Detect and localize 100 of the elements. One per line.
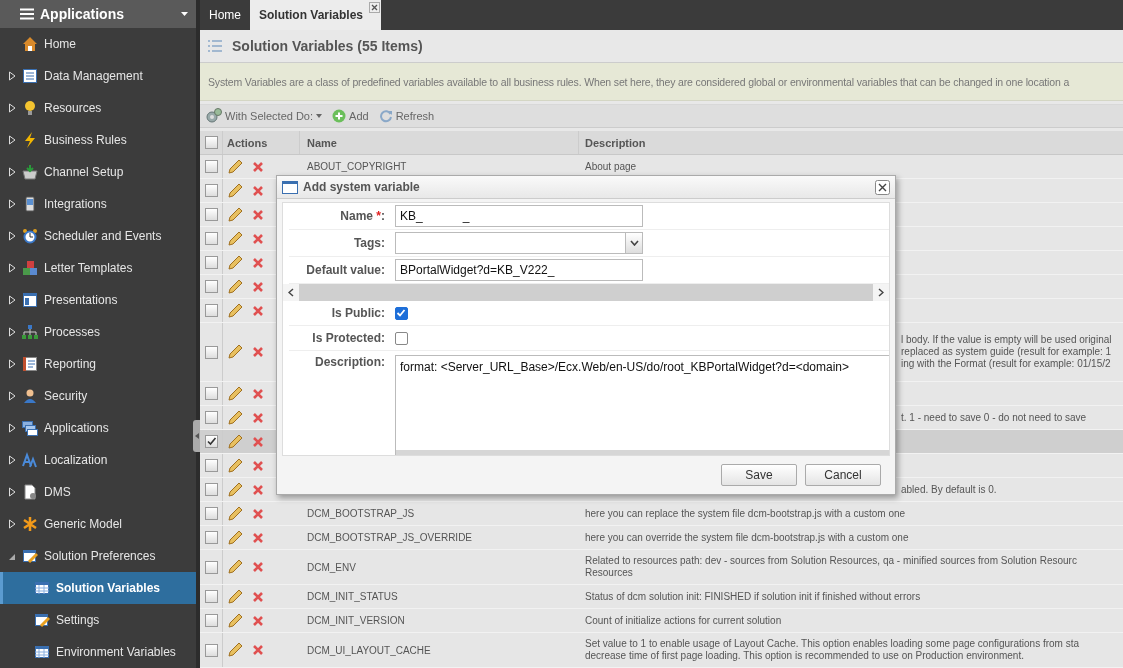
expander-icon[interactable] <box>8 263 16 273</box>
sidebar-item[interactable]: Generic Model <box>0 508 196 540</box>
sidebar-item[interactable]: Security <box>0 380 196 412</box>
sidebar-item[interactable]: Solution Preferences <box>0 540 196 572</box>
delete-icon[interactable] <box>252 304 264 317</box>
sidebar-item[interactable]: Applications <box>0 412 196 444</box>
close-icon[interactable] <box>875 179 890 195</box>
sidebar-item[interactable]: Presentations <box>0 284 196 316</box>
row-checkbox[interactable] <box>204 435 218 448</box>
pencil-icon[interactable] <box>227 344 243 360</box>
row-checkbox[interactable] <box>204 256 218 269</box>
delete-icon[interactable] <box>252 160 264 173</box>
sidebar-item[interactable]: Scheduler and Events <box>0 220 196 252</box>
description-field[interactable]: format: <Server_URL_Base>/Ecx.Web/en-US/do/root_KBPortalWidget?d=<domain> <box>395 355 889 455</box>
pencil-icon[interactable] <box>227 278 243 295</box>
expander-icon[interactable] <box>8 295 16 305</box>
sidebar-item[interactable]: Home <box>0 28 196 60</box>
row-checkbox[interactable] <box>204 232 218 245</box>
caret-icon[interactable] <box>181 12 188 16</box>
row-checkbox[interactable] <box>204 184 218 197</box>
delete-icon[interactable] <box>252 411 264 424</box>
expander-icon[interactable] <box>8 167 16 177</box>
toolbar-button[interactable]: Add <box>332 109 369 123</box>
text-field[interactable]: BPortalWidget?d=KB_V222_ <box>395 259 643 281</box>
sidebar-item[interactable]: Channel Setup <box>0 156 196 188</box>
delete-icon[interactable] <box>252 614 264 627</box>
text-field[interactable]: KB_ _ <box>395 205 643 227</box>
sidebar-item[interactable]: Reporting <box>0 348 196 380</box>
expander-icon[interactable] <box>8 231 16 241</box>
sidebar-subitem[interactable]: Solution Variables <box>0 572 196 604</box>
expander-icon[interactable] <box>8 423 16 433</box>
pencil-icon[interactable] <box>227 481 243 498</box>
delete-icon[interactable] <box>252 590 264 603</box>
row-checkbox[interactable] <box>204 387 218 400</box>
row-checkbox[interactable] <box>204 280 218 293</box>
collapse-handle[interactable] <box>193 420 200 452</box>
pencil-icon[interactable] <box>227 457 243 474</box>
delete-icon[interactable] <box>252 459 264 472</box>
pencil-icon[interactable] <box>227 385 243 402</box>
delete-icon[interactable] <box>252 531 264 544</box>
expander-icon[interactable] <box>8 359 16 369</box>
column-header[interactable]: Description <box>585 136 646 149</box>
row-checkbox[interactable] <box>204 483 218 496</box>
pencil-icon[interactable] <box>227 206 243 223</box>
select-all-checkbox[interactable] <box>204 136 218 149</box>
tab[interactable]: Solution Variables <box>250 0 382 30</box>
toolbar-button[interactable]: With Selected Do: <box>206 108 323 124</box>
tags-dropdown[interactable] <box>395 232 643 254</box>
expander-icon[interactable] <box>8 327 16 337</box>
horizontal-scrollbar[interactable] <box>283 284 889 301</box>
row-checkbox[interactable] <box>204 614 218 627</box>
expander-icon[interactable] <box>8 519 16 529</box>
row-checkbox[interactable] <box>204 208 218 221</box>
sidebar-subitem[interactable]: Environment Variables <box>0 636 196 668</box>
pencil-icon[interactable] <box>227 642 243 658</box>
sidebar-item[interactable]: Business Rules <box>0 124 196 156</box>
menu-icon[interactable] <box>20 8 34 20</box>
delete-icon[interactable] <box>252 184 264 197</box>
pencil-icon[interactable] <box>227 505 243 522</box>
delete-icon[interactable] <box>252 208 264 221</box>
dialog-button[interactable]: Save <box>721 464 797 486</box>
sidebar-item[interactable]: Processes <box>0 316 196 348</box>
pencil-icon[interactable] <box>227 588 243 605</box>
pencil-icon[interactable] <box>227 302 243 319</box>
expander-icon[interactable] <box>8 455 16 465</box>
sidebar-item[interactable]: Localization <box>0 444 196 476</box>
row-checkbox[interactable] <box>204 411 218 424</box>
pencil-icon[interactable] <box>227 158 243 175</box>
toolbar-button[interactable]: Refresh <box>378 109 435 123</box>
expander-icon[interactable] <box>8 135 16 145</box>
expander-icon[interactable] <box>8 199 16 209</box>
sidebar-item[interactable]: Integrations <box>0 188 196 220</box>
delete-icon[interactable] <box>252 280 264 293</box>
expander-icon[interactable] <box>8 103 16 113</box>
delete-icon[interactable] <box>252 483 264 496</box>
row-checkbox[interactable] <box>204 345 218 359</box>
pencil-icon[interactable] <box>227 559 243 575</box>
row-checkbox[interactable] <box>204 304 218 317</box>
delete-icon[interactable] <box>252 644 264 656</box>
delete-icon[interactable] <box>252 387 264 400</box>
expander-icon[interactable] <box>8 391 16 401</box>
pencil-icon[interactable] <box>227 254 243 271</box>
dialog-button[interactable]: Cancel <box>805 464 881 486</box>
sidebar-item[interactable]: Letter Templates <box>0 252 196 284</box>
delete-icon[interactable] <box>252 232 264 245</box>
row-checkbox[interactable] <box>204 459 218 472</box>
checkbox[interactable] <box>395 331 408 345</box>
pencil-icon[interactable] <box>227 182 243 199</box>
tab[interactable]: Home <box>200 0 250 30</box>
expander-icon[interactable] <box>8 487 16 497</box>
row-checkbox[interactable] <box>204 643 218 657</box>
row-checkbox[interactable] <box>204 531 218 544</box>
delete-icon[interactable] <box>252 346 264 358</box>
sidebar-item[interactable]: Resources <box>0 92 196 124</box>
pencil-icon[interactable] <box>227 433 243 450</box>
pencil-icon[interactable] <box>227 230 243 247</box>
delete-icon[interactable] <box>252 256 264 269</box>
checkbox[interactable] <box>395 306 408 320</box>
delete-icon[interactable] <box>252 507 264 520</box>
expander-icon[interactable] <box>8 71 16 81</box>
